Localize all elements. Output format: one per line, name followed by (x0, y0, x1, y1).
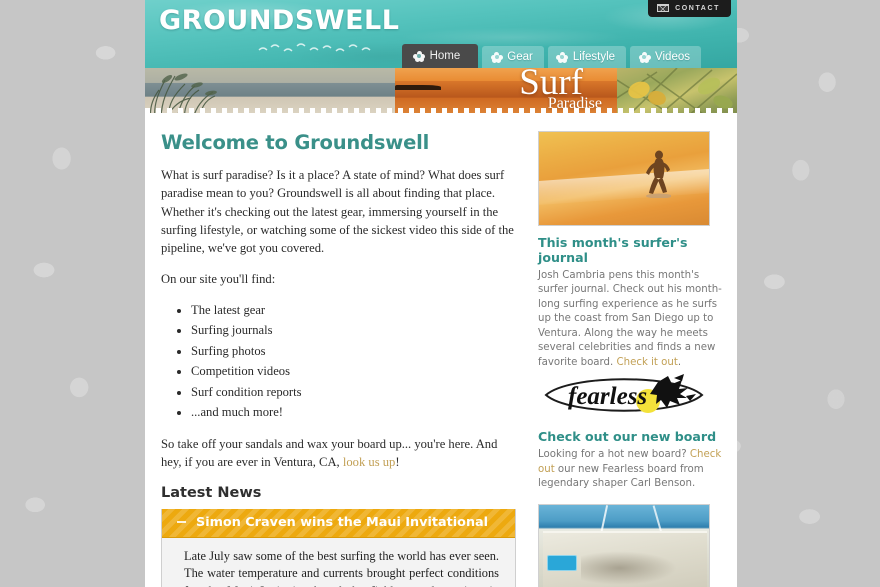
surfer-silhouette-icon (646, 150, 671, 198)
look-us-up-link[interactable]: look us up (343, 455, 395, 469)
surfer-journal-photo[interactable] (538, 131, 710, 226)
list-item: Surf condition reports (191, 384, 516, 401)
nav-item-videos-label: Videos (655, 51, 690, 63)
list-item: The latest gear (191, 302, 516, 319)
site-logo-text: GROUNDSWELL (159, 5, 400, 36)
hero-banner: Surf Paradise (145, 68, 737, 117)
closing-text-block: So take off your sandals and wax your bo… (161, 435, 516, 472)
closing-text-before: So take off your sandals and wax your bo… (161, 437, 498, 470)
news-accordion-panel: Late July saw some of the best surfing t… (162, 538, 515, 587)
main-column: Welcome to Groundswell What is surf para… (145, 131, 530, 587)
site-features-list: The latest gear Surfing journals Surfing… (161, 302, 516, 422)
nav-item-videos[interactable]: Videos (630, 46, 701, 68)
journal-heading: This month's surfer's journal (538, 235, 688, 265)
flower-icon (556, 51, 569, 63)
latest-news-heading: Latest News (161, 484, 262, 501)
site-page-wrapper: GROUNDSWELL CONTACT Home Gear Lifestyle … (145, 0, 737, 587)
nav-item-gear[interactable]: Gear (482, 46, 544, 68)
flower-icon (413, 50, 426, 62)
minus-icon (177, 521, 186, 523)
fearless-logo-block[interactable]: fearless (538, 370, 710, 420)
svg-text:fearless: fearless (568, 383, 647, 410)
closing-paragraph: So take off your sandals and wax your bo… (161, 435, 516, 472)
journal-check-it-out-link[interactable]: Check it out (617, 357, 678, 368)
sidebar-column: This month's surfer's journal Josh Cambr… (530, 131, 737, 587)
fearless-surfboard-logo-icon: fearless (544, 374, 704, 414)
contact-button-label: CONTACT (675, 4, 720, 12)
board-heading: Check out our new board (538, 429, 717, 445)
primary-navigation: Home Gear Lifestyle Videos (401, 44, 701, 68)
envelope-icon (657, 4, 670, 12)
list-item: ...and much more! (191, 404, 516, 421)
news-accordion: Simon Craven wins the Maui Invitational … (161, 508, 516, 587)
contact-button[interactable]: CONTACT (648, 0, 731, 17)
photos-gallery-photo[interactable] (538, 503, 710, 587)
journal-text: Josh Cambria pens this month's surfer jo… (538, 269, 725, 370)
journal-text-after: . (677, 356, 682, 368)
news-accordion-header[interactable]: Simon Craven wins the Maui Invitational (162, 508, 515, 538)
news-article-text: Late July saw some of the best surfing t… (184, 548, 499, 587)
closing-text-after: ! (395, 455, 400, 470)
board-text: Looking for a hot new board? Check out o… (538, 448, 725, 491)
nav-item-lifestyle[interactable]: Lifestyle (547, 46, 627, 68)
journal-text-before: Josh Cambria pens this month's surfer jo… (538, 270, 722, 368)
blue-board-detail (547, 554, 577, 571)
board-text-before: Looking for a hot new board? (538, 449, 690, 461)
site-logo[interactable]: GROUNDSWELL (159, 5, 399, 36)
nav-item-home-label: Home (429, 50, 461, 62)
intro-text-block: What is surf paradise? Is it a place? A … (161, 166, 516, 289)
list-intro-paragraph: On our site you'll find: (161, 272, 276, 287)
nav-item-home[interactable]: Home (401, 44, 479, 68)
nav-item-lifestyle-label: Lifestyle (572, 51, 616, 63)
deck-sand-smudge (581, 550, 677, 585)
nav-item-gear-label: Gear (507, 51, 533, 63)
birds-decoration-icon (258, 43, 371, 52)
list-item: Surfing journals (191, 322, 516, 339)
list-item: Competition videos (191, 363, 516, 380)
news-accordion-title: Simon Craven wins the Maui Invitational (196, 514, 489, 530)
site-header: GROUNDSWELL CONTACT Home Gear Lifestyle … (145, 0, 737, 68)
flower-icon (638, 51, 651, 63)
flower-icon (490, 51, 503, 63)
list-item: Surfing photos (191, 343, 516, 360)
page-title: Welcome to Groundswell (161, 131, 430, 154)
banner-bottom-edge (145, 113, 737, 117)
page-content: Welcome to Groundswell What is surf para… (145, 117, 737, 587)
intro-paragraph: What is surf paradise? Is it a place? A … (161, 168, 514, 255)
board-text-after: our new Fearless board from legendary sh… (538, 463, 704, 490)
